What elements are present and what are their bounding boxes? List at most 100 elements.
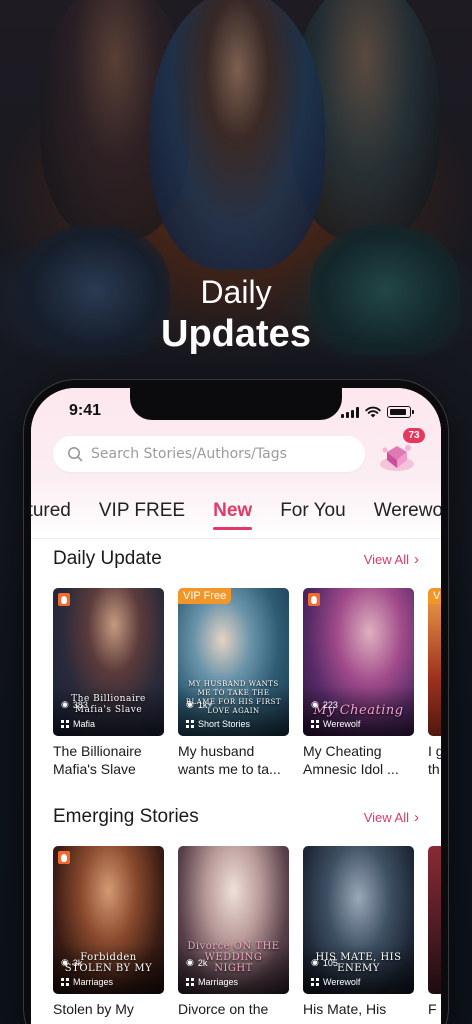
- grid-icon: [61, 720, 69, 728]
- book-cover: [428, 846, 441, 994]
- tab-divider: [31, 538, 441, 539]
- gift-badge: 73: [403, 428, 425, 443]
- book-card[interactable]: V I g th: [428, 588, 441, 778]
- grid-icon: [186, 720, 194, 728]
- grid-icon: [311, 720, 319, 728]
- view-count: ◉ 1k+: [186, 699, 213, 710]
- view-count-value: 383: [72, 699, 88, 710]
- genre-tag: Marriages: [186, 977, 238, 987]
- genre-tag: Werewolf: [311, 977, 360, 987]
- view-all-label: View All: [363, 809, 409, 825]
- book-card[interactable]: The Billionaire Mafia's Slave ◉ 383 Mafia…: [53, 588, 164, 778]
- view-count-value: 223: [322, 699, 338, 710]
- genre-label: Werewolf: [323, 977, 361, 987]
- search-bar[interactable]: [53, 436, 365, 472]
- hero-figure-woman: [150, 0, 325, 270]
- flame-badge-icon: [58, 851, 70, 864]
- book-title: My husband wants me to ta...: [178, 742, 289, 778]
- book-cover: My Cheating ◉ 223 Werewolf: [303, 588, 414, 736]
- view-count: ◉ 105: [311, 957, 338, 968]
- book-card[interactable]: F: [428, 846, 441, 1024]
- genre-label: Marriages: [198, 977, 239, 987]
- status-time: 9:41: [69, 402, 102, 419]
- book-title-line1: I g: [428, 743, 441, 759]
- grid-icon: [186, 978, 194, 986]
- book-title-line1: Divorce on the: [178, 1001, 269, 1017]
- genre-label: Short Stories: [198, 719, 251, 729]
- book-cover: HIS MATE, HIS ENEMY ◉ 105 Werewolf: [303, 846, 414, 994]
- section-title-daily-update: Daily Update: [53, 548, 162, 569]
- flame-badge-icon: [58, 593, 70, 606]
- book-cover: Forbidden STOLEN BY MY ◉ 3k Marriages: [53, 846, 164, 994]
- book-title: Divorce on the: [178, 1000, 289, 1024]
- book-title: The Billionaire Mafia's Slave: [53, 742, 164, 778]
- genre-label: Marriages: [73, 977, 114, 987]
- eye-icon: ◉: [186, 957, 194, 967]
- tab-werewolf[interactable]: Werewo: [374, 500, 441, 522]
- genre-tag: Mafia: [61, 719, 95, 729]
- book-title-line1: F: [428, 1001, 437, 1017]
- view-count-value: 105: [322, 957, 338, 968]
- book-card[interactable]: Divorce ON THE WEDDING NIGHT ◉ 2k Marriag…: [178, 846, 289, 1024]
- view-count: ◉ 223: [311, 699, 338, 710]
- eye-icon: ◉: [186, 699, 194, 709]
- book-title-line2: th: [428, 761, 440, 777]
- view-all-label: View All: [363, 551, 409, 567]
- wifi-icon: [365, 406, 381, 418]
- grid-icon: [311, 978, 319, 986]
- phone-screen: 9:41 73 atured VIP FREE New For You Were…: [31, 388, 441, 1024]
- book-title-line1: Stolen by My: [53, 1001, 134, 1017]
- book-title: I g th: [428, 742, 441, 778]
- eye-icon: ◉: [61, 957, 69, 967]
- daily-update-header: Daily Update View All ›: [53, 548, 419, 570]
- vip-free-badge: VIP Free: [178, 588, 232, 604]
- view-count: ◉ 383: [61, 699, 88, 710]
- view-count-value: 1k+: [197, 699, 213, 710]
- search-input[interactable]: [91, 446, 331, 462]
- book-title-line1: The Billionaire: [53, 743, 142, 759]
- hero-title: Daily Updates: [0, 272, 472, 356]
- book-cover: The Billionaire Mafia's Slave ◉ 383 Mafia: [53, 588, 164, 736]
- book-card[interactable]: Forbidden STOLEN BY MY ◉ 3k Marriages Sto…: [53, 846, 164, 1024]
- status-icons: [341, 406, 414, 418]
- book-title: Stolen by My: [53, 1000, 164, 1024]
- book-title-line2: Amnesic Idol ...: [303, 761, 399, 777]
- view-count: ◉ 2k: [186, 957, 207, 968]
- chevron-right-icon: ›: [414, 550, 419, 568]
- cellular-signal-icon: [341, 406, 359, 418]
- book-card[interactable]: My Cheating ◉ 223 Werewolf My Cheating Am…: [303, 588, 414, 778]
- genre-tag: Short Stories: [186, 719, 250, 729]
- book-title-line2: wants me to ta...: [178, 761, 281, 777]
- book-card[interactable]: VIP Free MY HUSBAND WANTS ME TO TAKE THE…: [178, 588, 289, 778]
- eye-icon: ◉: [311, 957, 319, 967]
- book-title: F: [428, 1000, 441, 1024]
- hero-title-line2: Updates: [161, 313, 311, 355]
- chevron-right-icon: ›: [414, 808, 419, 826]
- tab-featured[interactable]: atured: [31, 500, 71, 522]
- view-count-value: 3k: [72, 957, 83, 968]
- book-title-line1: My Cheating: [303, 743, 382, 759]
- genre-label: Werewolf: [323, 719, 361, 729]
- search-icon: [68, 447, 83, 462]
- book-card[interactable]: HIS MATE, HIS ENEMY ◉ 105 Werewolf His Ma…: [303, 846, 414, 1024]
- cover-title-art: MY HUSBAND WANTS ME TO TAKE THE BLAME FO…: [185, 680, 282, 715]
- flame-badge-icon: [308, 593, 320, 606]
- book-title-line2: Mafia's Slave: [53, 761, 136, 777]
- emerging-stories-header: Emerging Stories View All ›: [53, 806, 419, 828]
- daily-update-view-all-link[interactable]: View All ›: [364, 551, 419, 568]
- eye-icon: ◉: [311, 699, 319, 709]
- emerging-stories-view-all-link[interactable]: View All ›: [364, 809, 419, 826]
- tab-for-you[interactable]: For You: [280, 500, 346, 522]
- tab-new[interactable]: New: [213, 500, 253, 530]
- book-title: His Mate, His: [303, 1000, 414, 1024]
- view-count-value: 2k: [197, 957, 208, 968]
- genre-tag: Marriages: [61, 977, 113, 987]
- battery-icon: [387, 406, 414, 418]
- section-title-emerging-stories: Emerging Stories: [53, 806, 199, 827]
- emerging-stories-row: Forbidden STOLEN BY MY ◉ 3k Marriages Sto…: [53, 846, 441, 1024]
- genre-tag: Werewolf: [311, 719, 360, 729]
- view-count: ◉ 3k: [61, 957, 82, 968]
- tab-vip-free[interactable]: VIP FREE: [99, 500, 185, 522]
- hero-title-line1: Daily: [200, 274, 272, 310]
- gift-icon[interactable]: [377, 438, 417, 474]
